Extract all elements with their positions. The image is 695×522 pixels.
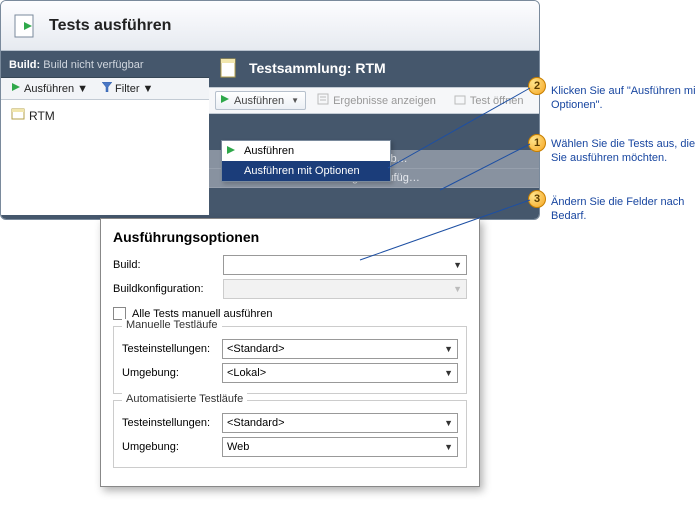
callout-badge-3: 3 (528, 190, 546, 208)
chevron-down-icon: ▼ (444, 368, 453, 378)
toolbar-run-button[interactable]: Ausführen ▼ (215, 91, 306, 110)
page-title: Tests ausführen (49, 17, 171, 35)
app-window: Tests ausführen Build: Build nicht verfü… (0, 0, 540, 220)
build-combo[interactable]: ▼ (223, 255, 467, 275)
chevron-down-icon: ▼ (291, 96, 299, 105)
auto-fieldset: Automatisierte Testläufe Testeinstellung… (113, 400, 467, 468)
chevron-down-icon: ▼ (444, 442, 453, 452)
tree-item-rtm[interactable]: RTM (9, 106, 201, 125)
app-header: Tests ausführen (1, 1, 539, 51)
main-title: Testsammlung: RTM (209, 51, 539, 87)
run-tests-icon (13, 13, 39, 39)
manual-env-combo[interactable]: <Lokal>▼ (222, 363, 458, 383)
sidebar-filter-button[interactable]: Filter ▼ (98, 81, 157, 96)
sidebar: Build: Build nicht verfügbar Ausführen ▼… (1, 51, 209, 219)
callout-badge-2: 2 (528, 77, 546, 95)
sidebar-toolbar: Ausführen ▼ Filter ▼ (1, 78, 209, 100)
main-toolbar: Ausführen ▼ Ergebnisse anzeigen Test öff… (209, 87, 539, 114)
chevron-down-icon: ▼ (453, 284, 462, 294)
build-status: Build: Build nicht verfügbar (1, 55, 209, 78)
auto-env-combo[interactable]: Web▼ (222, 437, 458, 457)
filter-icon (102, 82, 112, 95)
results-icon (317, 93, 329, 108)
play-icon (11, 82, 21, 95)
run-options-dialog: Ausführungsoptionen Build: ▼ Buildkonfig… (100, 218, 480, 487)
chevron-down-icon: ▼ (444, 418, 453, 428)
suite-doc-icon (219, 57, 241, 79)
run-dropdown: Ausführen Ausführen mit Optionen (221, 140, 391, 182)
buildconfig-combo: ▼ (223, 279, 467, 299)
chevron-down-icon: ▼ (453, 260, 462, 270)
callout-3: Ändern Sie die Felder nach Bedarf. (551, 196, 695, 224)
sidebar-run-button[interactable]: Ausführen ▼ (7, 81, 92, 96)
callout-2: Klicken Sie auf "Ausführen mit Optionen"… (551, 85, 695, 113)
dropdown-run[interactable]: Ausführen (222, 141, 390, 161)
dropdown-run-with-options[interactable]: Ausführen mit Optionen (222, 161, 390, 181)
callout-badge-1: 1 (528, 134, 546, 152)
chevron-down-icon: ▼ (444, 344, 453, 354)
main-panel: Testsammlung: RTM Ausführen ▼ Ergebnisse… (209, 51, 539, 219)
manual-testsettings-combo[interactable]: <Standard>▼ (222, 339, 458, 359)
open-icon (454, 93, 466, 108)
toolbar-open-test-button[interactable]: Test öffnen (449, 90, 531, 111)
play-icon (220, 94, 230, 107)
suite-icon (11, 107, 25, 124)
manual-fieldset: Manuelle Testläufe Testeinstellungen: <S… (113, 326, 467, 394)
dialog-title: Ausführungsoptionen (113, 229, 467, 245)
toolbar-view-results-button[interactable]: Ergebnisse anzeigen (312, 90, 443, 111)
auto-testsettings-combo[interactable]: <Standard>▼ (222, 413, 458, 433)
chevron-down-icon: ▼ (77, 83, 88, 95)
callout-1: Wählen Sie die Tests aus, die Sie ausfüh… (551, 138, 695, 166)
play-icon (226, 145, 236, 158)
build-label: Build: (113, 259, 223, 271)
sidebar-tree: RTM (1, 100, 209, 215)
chevron-down-icon: ▼ (143, 83, 154, 95)
buildconfig-label: Buildkonfiguration: (113, 283, 223, 295)
